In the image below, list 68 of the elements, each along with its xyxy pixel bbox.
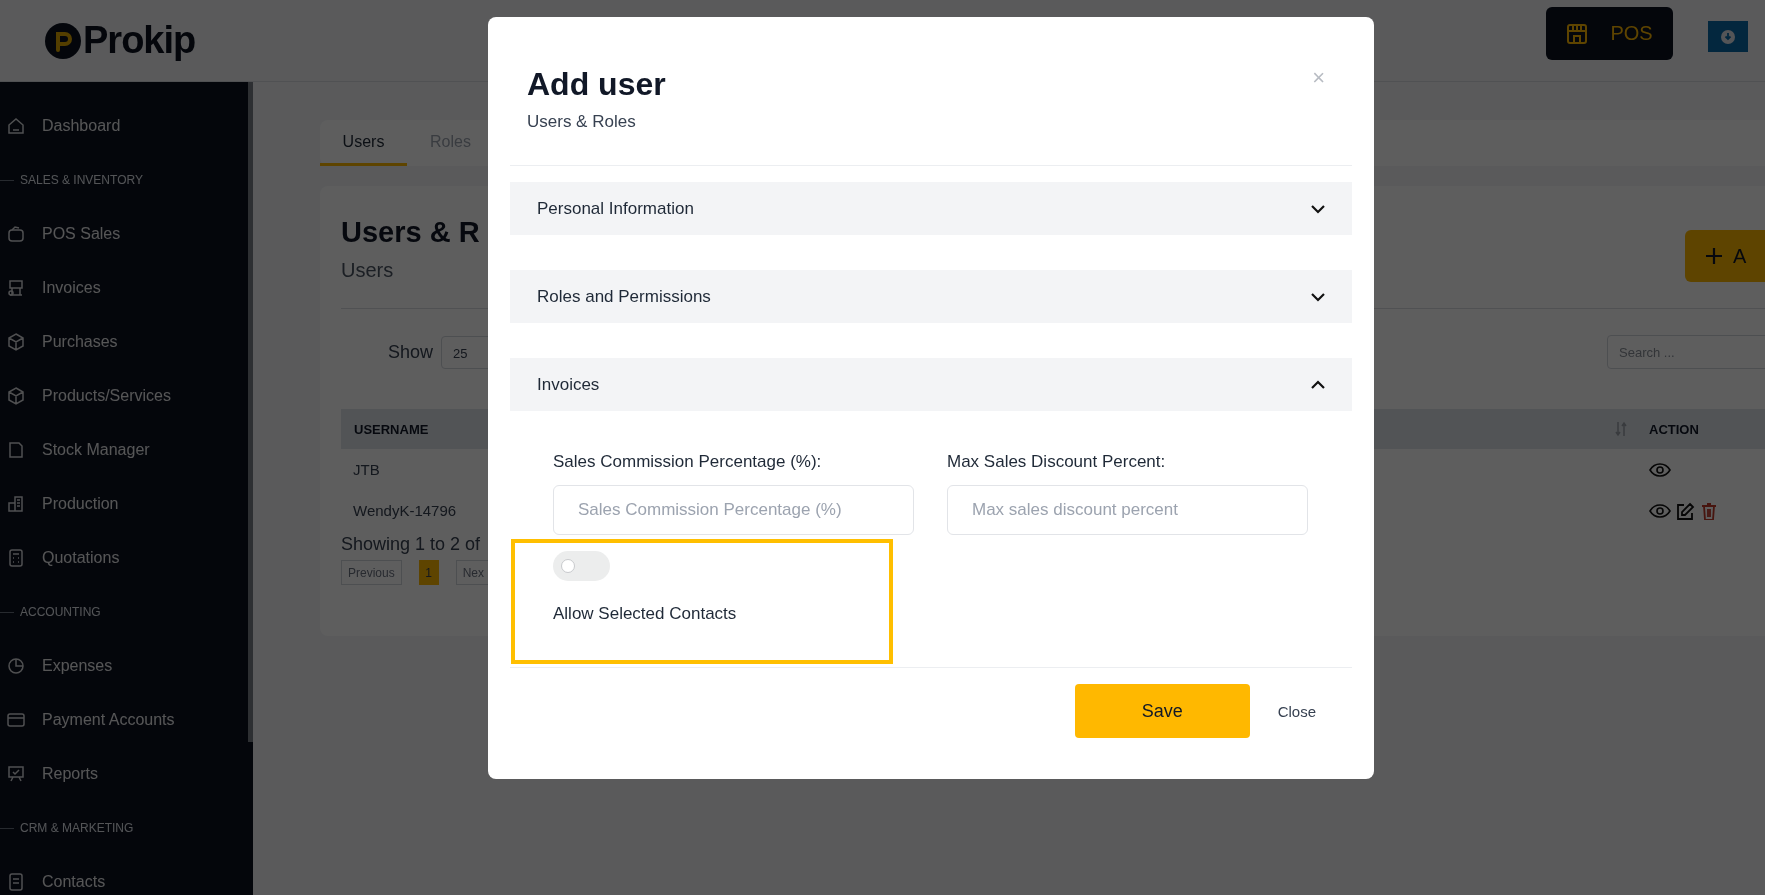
sort-icon: [1615, 421, 1627, 437]
card-icon: [6, 710, 26, 730]
bag-icon: [6, 224, 26, 244]
modal-title: Add user: [527, 65, 666, 103]
modal-subtitle: Users & Roles: [527, 111, 637, 133]
sidebar-item[interactable]: Expenses: [0, 639, 248, 693]
page-title: Users & R: [341, 216, 480, 249]
add-button[interactable]: A: [1685, 230, 1765, 282]
download-icon: [1721, 29, 1735, 44]
pos-button[interactable]: POS: [1546, 7, 1673, 60]
sidebar-item[interactable]: Dashboard: [0, 99, 248, 153]
show-label: Show: [388, 341, 434, 363]
store-icon: [1566, 22, 1589, 45]
eye-icon[interactable]: [1649, 460, 1671, 479]
logo-text: Prokip: [83, 19, 196, 62]
document-icon: [6, 872, 26, 892]
section-label: CRM & MARKETING: [20, 821, 134, 835]
plus-icon: [1705, 247, 1723, 265]
field-label: Sales Commission Percentage (%):: [553, 451, 823, 473]
field-label: Max Sales Discount Percent:: [947, 451, 1167, 473]
column-header: USERNAME: [353, 421, 430, 437]
sidebar-item[interactable]: Production: [0, 477, 248, 531]
table-cell-text: WendyK-14796: [352, 502, 457, 519]
scrollbar-thumb[interactable]: [248, 82, 253, 742]
logo-icon: [45, 22, 81, 59]
box-icon: [6, 386, 26, 406]
sidebar-item[interactable]: Products/Services: [0, 369, 248, 423]
building-icon: [6, 494, 26, 514]
close-button[interactable]: Close: [1271, 701, 1322, 721]
table-summary: Showing 1 to 2 of: [341, 534, 482, 555]
presentation-icon: [6, 764, 26, 784]
file-icon: [6, 440, 26, 460]
toggle-label: Allow Selected Contacts: [553, 603, 738, 625]
edit-icon[interactable]: [1675, 501, 1695, 520]
column-header: ACTION: [1649, 421, 1700, 437]
sidebar-item[interactable]: POS Sales: [0, 207, 248, 261]
trash-icon[interactable]: [1699, 501, 1719, 520]
sidebar-item[interactable]: Reports: [0, 747, 248, 801]
table-cell-text: JTB: [352, 461, 380, 478]
sidebar-item[interactable]: Stock Manager: [0, 423, 248, 477]
eye-icon[interactable]: [1649, 501, 1671, 520]
sidebar-item[interactable]: Purchases: [0, 315, 248, 369]
box-icon: [6, 332, 26, 352]
chevron-down-icon: [1310, 203, 1326, 214]
tab[interactable]: Users: [320, 120, 407, 166]
accordion-header[interactable]: Invoices: [510, 358, 1352, 411]
sidebar-item[interactable]: Contacts: [0, 855, 248, 895]
sidebar-item[interactable]: Invoices: [0, 261, 248, 315]
page-button[interactable]: 1: [418, 560, 439, 585]
sidebar-item[interactable]: Quotations: [0, 531, 248, 585]
accordion-header[interactable]: Personal Information: [510, 182, 1352, 235]
calculator-icon: [6, 548, 26, 568]
section-label: SALES & INVENTORY: [20, 173, 143, 187]
chevron-down-icon: [1310, 291, 1326, 302]
save-button[interactable]: Save: [1074, 684, 1250, 738]
input-field[interactable]: Max sales discount percent: [947, 485, 1308, 535]
pie-chart-icon: [6, 656, 26, 676]
sidebar-item[interactable]: Payment Accounts: [0, 693, 248, 747]
home-icon: [6, 116, 26, 136]
store-icon: [6, 278, 26, 298]
toggle-switch[interactable]: [553, 551, 610, 581]
close-button[interactable]: ×: [1302, 65, 1335, 91]
download-button[interactable]: [1708, 21, 1748, 52]
accordion-header[interactable]: Roles and Permissions: [510, 270, 1352, 323]
section-label: ACCOUNTING: [20, 605, 101, 619]
page-subtitle: Users: [341, 259, 395, 282]
chevron-up-icon: [1310, 379, 1326, 390]
input-field[interactable]: Sales Commission Percentage (%): [553, 485, 914, 535]
